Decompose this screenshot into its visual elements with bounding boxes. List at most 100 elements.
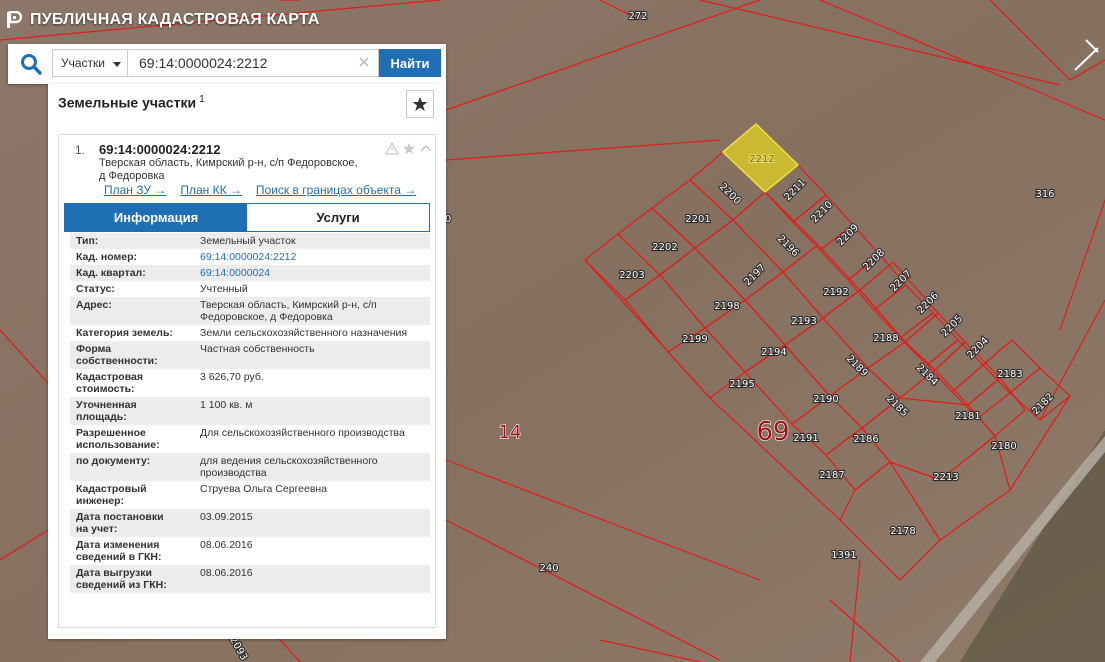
row-key: Кад. квартал: [70, 265, 188, 281]
parcel-label-2199: 2199 [682, 334, 707, 345]
result-address-line1: Тверская область, Кимрский р-н, с/п Федо… [99, 157, 358, 169]
result-actions [385, 142, 433, 155]
map-label-272: 272 [628, 11, 647, 22]
parcel-label-2186: 2186 [853, 434, 878, 445]
plan-zu-link[interactable]: План ЗУ → [104, 183, 166, 197]
close-icon[interactable] [358, 56, 370, 68]
row-value: Земельный участок [188, 233, 430, 249]
district-label-69: 69 [756, 417, 789, 447]
search-input[interactable] [129, 49, 379, 77]
row-key: по документу: [70, 453, 188, 481]
parcel-label-2201: 2201 [685, 214, 710, 225]
chevron-down-icon [113, 62, 121, 67]
star-outline-icon[interactable] [402, 142, 416, 155]
warning-icon[interactable] [385, 142, 399, 155]
district-label-14: 14 [499, 422, 522, 443]
info-table: Тип: Земельный участок Кад. номер: 69:14:0… [70, 233, 430, 593]
search-bar: Участки Найти [8, 44, 446, 84]
panel-title-text: Земельные участки [58, 94, 197, 111]
search-button[interactable]: Найти [379, 49, 441, 77]
parcel-label-2178: 2178 [890, 526, 915, 537]
parcel-label-2192: 2192 [823, 287, 848, 298]
table-row: Уточненная площадь: 1 100 кв. м [70, 397, 430, 425]
table-row: Тип: Земельный участок [70, 233, 430, 249]
parcel-label-2198: 2198 [714, 301, 739, 312]
parcel-label-2202: 2202 [652, 242, 677, 253]
result-links: План ЗУ → План КК → Поиск в границах объ… [104, 183, 416, 197]
result-count: 1 [199, 94, 205, 105]
search-icon[interactable] [18, 52, 44, 76]
table-row: Кадастровая стоимость: 3 626,70 руб. [70, 369, 430, 397]
plan-kk-link[interactable]: План КК → [180, 183, 242, 197]
row-key: Адрес: [70, 297, 188, 325]
table-row: по документу: для ведения сельскохозяйств… [70, 453, 430, 481]
cad-quarter-link[interactable]: 69:14:0000024 [200, 267, 270, 279]
parcel-label-2195: 2195 [729, 379, 754, 390]
row-key: Статус: [76, 283, 115, 295]
row-value: Учтенный [200, 283, 248, 295]
row-key: Категория земель: [76, 327, 173, 339]
row-value: для ведения сельскохозяйственного произво… [188, 453, 430, 481]
result-card: 1. 69:14:0000024:2212 Тверская область, … [58, 134, 436, 628]
row-value: 69:14:0000024 [188, 265, 430, 281]
parcel-label-2213: 2213 [933, 472, 958, 483]
row-value: Частная собственность [188, 341, 430, 369]
app-header: ПУБЛИЧНАЯ КАДАСТРОВАЯ КАРТА [6, 6, 320, 34]
logo-icon [7, 11, 22, 28]
search-type-label: Участки [61, 56, 105, 70]
parcel-label-2183: 2183 [997, 369, 1022, 380]
row-value: Тверская область, Кимрский р-н, с/п Федор… [188, 297, 430, 325]
parcel-label-2203: 2203 [619, 270, 644, 281]
chevron-up-icon[interactable] [419, 142, 433, 155]
row-key: Кад. номер: [76, 251, 138, 263]
result-address: Тверская область, Кимрский р-н, с/п Федо… [99, 157, 359, 183]
parcel-label-2212: 2212 [749, 154, 774, 165]
tab-info[interactable]: Информация [65, 204, 247, 231]
table-row: Кадастровый инженер: Струева Ольга Сергеев… [70, 481, 430, 509]
row-value: Для сельскохозяйственного производства [200, 427, 405, 439]
map-label-1391: 1391 [831, 550, 856, 561]
row-value: 03.09.2015 [188, 509, 430, 537]
table-row: Статус: Учтенный [70, 281, 430, 297]
row-value: 08.06.2016 [200, 539, 253, 551]
parcel-label-2194: 2194 [761, 347, 786, 358]
row-key: Дата постановки на учет: [70, 509, 188, 537]
result-cadnum[interactable]: 69:14:0000024:2212 [99, 142, 220, 157]
parcel-label-2181: 2181 [955, 411, 980, 422]
row-key: Кадастровая стоимость: [76, 371, 143, 395]
parcel-label-2191: 2191 [793, 433, 818, 444]
star-icon [412, 97, 428, 111]
row-key: Дата изменения сведений в ГКН: [76, 539, 162, 563]
tab-services[interactable]: Услуги [247, 204, 429, 231]
result-index: 1. [75, 143, 86, 157]
row-value: 3 626,70 руб. [200, 371, 264, 383]
table-row: Категория земель: Земли сельскохозяйствен… [70, 325, 430, 341]
parcel-label-2180: 2180 [991, 441, 1016, 452]
search-bounds-link[interactable]: Поиск в границах объекта → [256, 183, 416, 197]
row-key: Кадастровый инженер: [76, 483, 147, 507]
row-value: 69:14:0000024:2212 [188, 249, 430, 265]
table-row: Кад. номер: 69:14:0000024:2212 [70, 249, 430, 265]
row-value: Земли сельскохозяйственного назначения [200, 327, 408, 339]
search-type-select[interactable]: Участки [52, 49, 128, 77]
table-row: Дата постановки на учет: 03.09.2015 [70, 509, 430, 537]
row-value: 1 100 кв. м [188, 397, 430, 425]
table-row: Дата изменения сведений в ГКН: 08.06.2016 [70, 537, 430, 565]
row-key: Тип: [70, 233, 188, 249]
parcel-label-2193: 2193 [791, 316, 816, 327]
favorites-button[interactable] [406, 90, 434, 118]
map-label-240: 240 [539, 563, 558, 574]
parcel-label-2188: 2188 [873, 333, 898, 344]
parcel-label-2187: 2187 [819, 470, 844, 481]
cadnum-link[interactable]: 69:14:0000024:2212 [200, 251, 296, 263]
table-row: Разрешенное использование: Для сельскохозя… [70, 425, 430, 453]
row-key: Форма собственности: [70, 341, 188, 369]
app-title: ПУБЛИЧНАЯ КАДАСТРОВАЯ КАРТА [30, 11, 320, 28]
table-row: Адрес: Тверская область, Кимрский р-н, с/… [70, 297, 430, 325]
panel-title: Земельные участки 1 [58, 94, 205, 111]
result-tabs: Информация Услуги [64, 203, 430, 232]
parcel-label-2190: 2190 [813, 394, 838, 405]
row-key: Дата выгрузки сведений из ГКН: [70, 565, 188, 593]
row-key: Уточненная площадь: [70, 397, 188, 425]
table-row: Форма собственности: Частная собственность [70, 341, 430, 369]
